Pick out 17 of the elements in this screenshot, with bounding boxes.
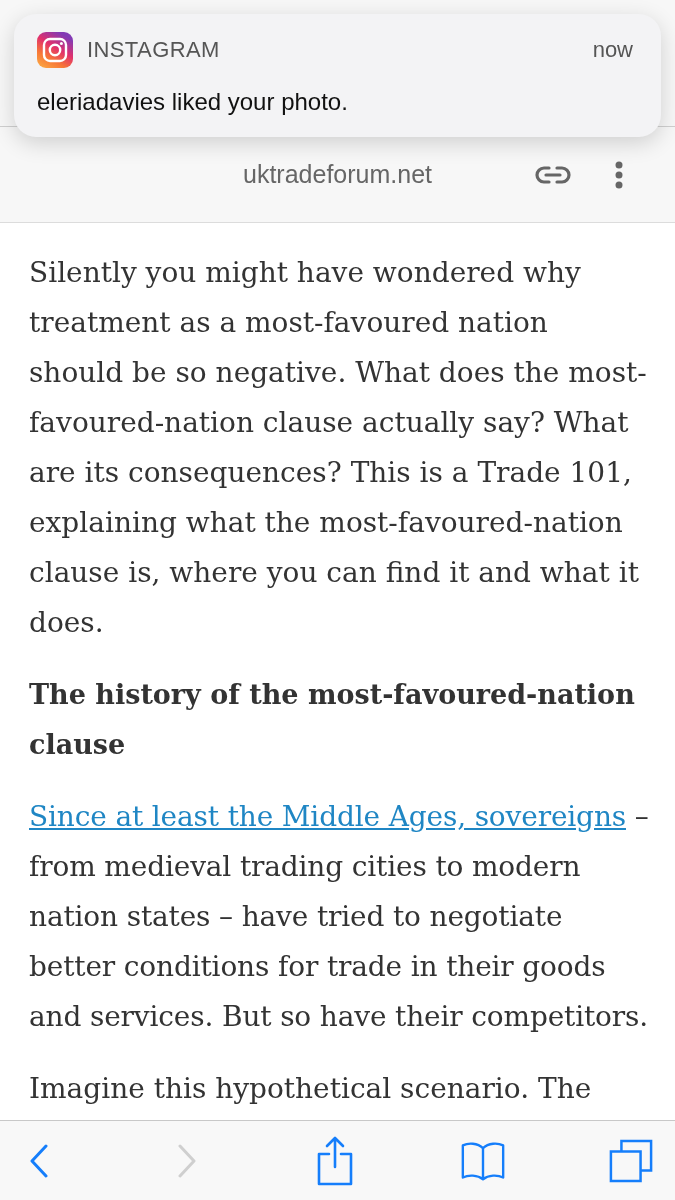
notification-time: now	[592, 37, 633, 63]
article-paragraph: Since at least the Middle Ages, sovereigns – from medieval trading cities to modern nation states – have tried to negotiate better conditions for trade in their goods and services. But so have their competitors.	[29, 799, 649, 1035]
more-icon[interactable]	[615, 160, 623, 189]
share-icon	[317, 1135, 353, 1186]
chevron-left-icon	[29, 1143, 49, 1178]
chevron-right-icon	[177, 1143, 197, 1178]
url-text[interactable]: uktradeforum.net	[243, 160, 432, 189]
link-icon[interactable]	[534, 164, 572, 185]
notification-banner[interactable]: INSTAGRAM now eleriadavies liked your photo.	[14, 14, 661, 137]
tabs-icon	[609, 1137, 653, 1184]
article-paragraph: Silently you might have wondered why treatment as a most-favoured nation should be so negative. What does the most-favoured-nation clause actually say? What are its consequences? This is a Trade 101, explaining what the most-favoured-nation clause is, where you can find it and what it does.	[29, 255, 648, 641]
article-paragraph: Imagine this hypothetical scenario. The	[29, 1071, 593, 1107]
section-heading: The history of the most-favoured-nation clause	[29, 678, 636, 762]
article-link[interactable]: Since at least the Middle Ages, sovereigns	[29, 800, 626, 833]
app-name: INSTAGRAM	[87, 37, 221, 63]
notification-message: eleriadavies liked your photo.	[37, 88, 348, 116]
camera-app-icon	[37, 32, 73, 68]
